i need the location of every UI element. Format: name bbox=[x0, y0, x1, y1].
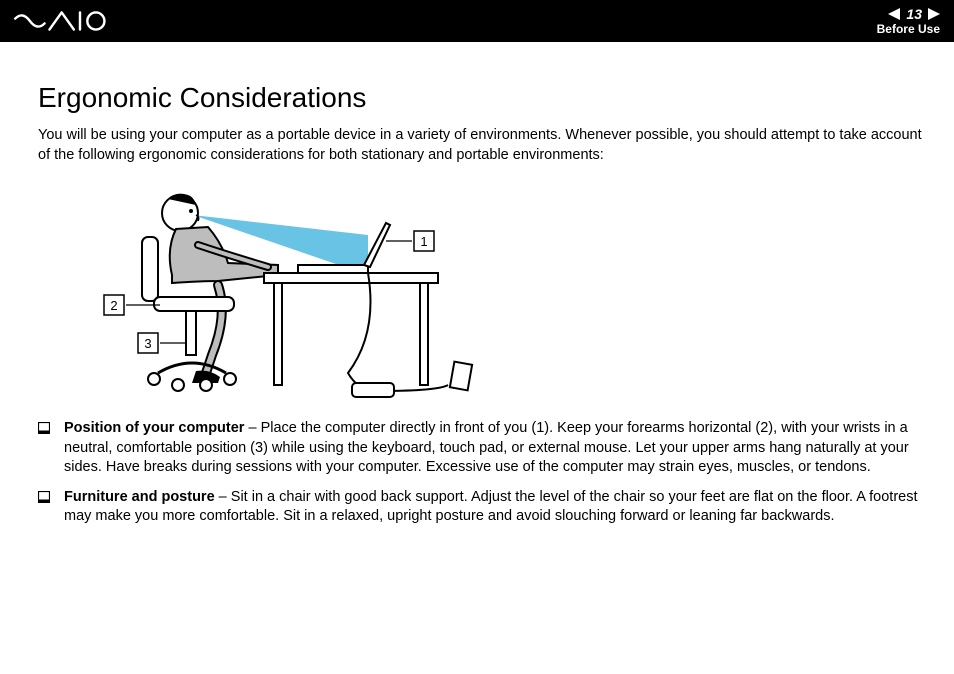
figure-label-3: 3 bbox=[144, 336, 151, 351]
list-item-title: Position of your computer bbox=[64, 420, 244, 436]
next-page-icon[interactable] bbox=[928, 8, 940, 20]
page-content: Ergonomic Considerations You will be usi… bbox=[0, 42, 954, 557]
page-title: Ergonomic Considerations bbox=[38, 82, 922, 114]
vaio-logo bbox=[14, 10, 112, 32]
ergonomics-figure: 1 2 3 bbox=[68, 175, 488, 405]
page-number: 13 bbox=[906, 7, 922, 21]
bullet-list: Position of your computer – Place the co… bbox=[38, 419, 922, 527]
page-navigation: 13 Before Use bbox=[877, 7, 940, 35]
list-item: Furniture and posture – Sit in a chair w… bbox=[38, 488, 922, 527]
list-item-title: Furniture and posture bbox=[64, 489, 215, 505]
section-label: Before Use bbox=[877, 23, 940, 35]
prev-page-icon[interactable] bbox=[888, 8, 900, 20]
bullet-icon bbox=[38, 491, 50, 527]
intro-text: You will be using your computer as a por… bbox=[38, 126, 922, 165]
list-item-text: Furniture and posture – Sit in a chair w… bbox=[64, 488, 922, 527]
list-item: Position of your computer – Place the co… bbox=[38, 419, 922, 478]
figure-label-1: 1 bbox=[420, 234, 427, 249]
list-item-text: Position of your computer – Place the co… bbox=[64, 419, 922, 478]
header-bar: 13 Before Use bbox=[0, 0, 954, 42]
figure-label-2: 2 bbox=[110, 298, 117, 313]
bullet-icon bbox=[38, 422, 50, 478]
